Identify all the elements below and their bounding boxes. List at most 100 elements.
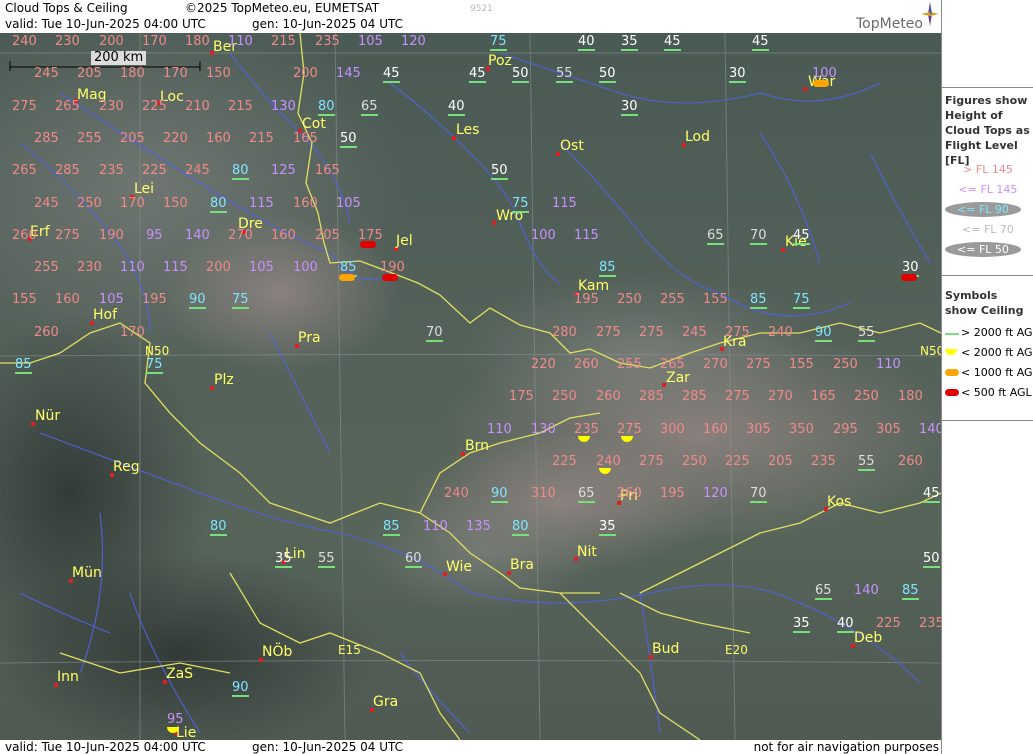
legend-figures-title: Figures show Height of Cloud Tops as Fli… bbox=[945, 94, 1030, 167]
city-marker bbox=[803, 87, 807, 91]
ceiling-bar-marker bbox=[360, 241, 376, 248]
legend-symbols-title: Symbols show Ceiling bbox=[945, 289, 1024, 317]
cloud-top-value: 205 bbox=[120, 131, 145, 146]
cloud-top-value: 120 bbox=[703, 486, 728, 501]
city-label: Kos bbox=[827, 494, 852, 510]
cloud-top-value: 260 bbox=[617, 486, 642, 501]
cloud-top-value: 80 bbox=[232, 163, 249, 180]
cloud-top-value: 350 bbox=[789, 422, 814, 437]
cloud-top-value: 50 bbox=[512, 66, 529, 83]
cloud-top-value: 155 bbox=[789, 357, 814, 372]
cloud-top-value: 75 bbox=[793, 292, 810, 309]
legend-symbol-label: < 1000 ft AGL bbox=[961, 366, 1033, 379]
cloud-top-value: 230 bbox=[99, 99, 124, 114]
cloud-top-value: 65 bbox=[578, 486, 595, 503]
generated-time: gen: 10-Jun-2025 04 UTC bbox=[252, 17, 404, 31]
cloud-top-value: 225 bbox=[552, 454, 577, 469]
city-label: Nür bbox=[35, 408, 61, 424]
cloud-top-value: 260 bbox=[596, 389, 621, 404]
cloud-top-value: 165 bbox=[293, 131, 318, 146]
cloud-top-value: 205 bbox=[768, 454, 793, 469]
cloud-top-value: 50 bbox=[923, 551, 940, 568]
cloud-top-value: 95 bbox=[146, 228, 163, 243]
city-label: Zar bbox=[666, 370, 690, 386]
cloud-top-value: 255 bbox=[617, 357, 642, 372]
city-label: Lod bbox=[685, 129, 711, 145]
cloud-top-value: 260 bbox=[898, 454, 923, 469]
cloud-top-value: 235 bbox=[919, 616, 941, 631]
cloud-top-value: 205 bbox=[77, 66, 102, 81]
cloud-top-value: 215 bbox=[271, 34, 296, 49]
cloud-top-value: 160 bbox=[271, 228, 296, 243]
city-label: Deb bbox=[854, 630, 883, 646]
cloud-top-value: 220 bbox=[531, 357, 556, 372]
city-label: Bra bbox=[510, 557, 534, 573]
cloud-top-value: 75 bbox=[512, 196, 529, 213]
cloud-top-value: 220 bbox=[163, 131, 188, 146]
cloud-top-value: 275 bbox=[746, 357, 771, 372]
cloud-top-value: 115 bbox=[163, 260, 188, 275]
cloud-top-value: 110 bbox=[423, 519, 448, 534]
cloud-top-value: 35 bbox=[793, 616, 810, 633]
cloud-top-value: 135 bbox=[466, 519, 491, 534]
cloud-top-value: 65 bbox=[361, 99, 378, 116]
cloud-top-value: 90 bbox=[189, 292, 206, 309]
cloud-top-value: 30 bbox=[621, 99, 638, 116]
cloud-top-value: 160 bbox=[55, 292, 80, 307]
cloud-top-value: 230 bbox=[55, 34, 80, 49]
map-header: Cloud Tops & Ceiling ©2025 TopMeteo.eu, … bbox=[0, 0, 941, 33]
cloud-top-value: 55 bbox=[318, 551, 335, 568]
dark-area bbox=[0, 553, 380, 740]
cloud-top-value: 75 bbox=[232, 292, 249, 309]
cloud-top-value: 260 bbox=[12, 228, 37, 243]
cloud-top-value: 45 bbox=[664, 34, 681, 51]
cloud-top-value: 50 bbox=[599, 66, 616, 83]
cloud-top-value: 250 bbox=[833, 357, 858, 372]
city-label: Poz bbox=[488, 53, 512, 69]
cloud-top-value: 110 bbox=[876, 357, 901, 372]
scale-label: 200 km bbox=[91, 51, 147, 65]
cloud-top-value: 250 bbox=[617, 292, 642, 307]
city-label: Lei bbox=[134, 181, 155, 197]
cloud-top-value: 285 bbox=[55, 163, 80, 178]
cloud-top-value: 180 bbox=[898, 389, 923, 404]
city-label: Mün bbox=[72, 565, 102, 581]
cloud-top-value: 180 bbox=[185, 34, 210, 49]
cloud-top-value: 105 bbox=[249, 260, 274, 275]
cloud-top-value: 115 bbox=[574, 228, 599, 243]
city-label: Cot bbox=[302, 116, 326, 132]
footer-generated: gen: 10-Jun-2025 04 UTC bbox=[252, 740, 404, 754]
map-title: Cloud Tops & Ceiling bbox=[5, 1, 128, 15]
cloud-top-value: 270 bbox=[703, 357, 728, 372]
cloud-top-value: 80 bbox=[318, 99, 335, 116]
cloud-top-value: 250 bbox=[854, 389, 879, 404]
cloud-top-value: 285 bbox=[682, 389, 707, 404]
satellite-map[interactable]: 200 km N50N50E15E20 BerPozWarMagLocCotLe… bbox=[0, 33, 941, 740]
cloud-top-value: 130 bbox=[271, 99, 296, 114]
cloud-top-value: 125 bbox=[271, 163, 296, 178]
cloud-top-value: 55 bbox=[858, 454, 875, 471]
compass-icon bbox=[921, 2, 939, 26]
cloud-top-value: 45 bbox=[469, 66, 486, 83]
cloud-top-value: 100 bbox=[293, 260, 318, 275]
legend-symbol-icon bbox=[945, 349, 957, 355]
cloud-top-value: 70 bbox=[426, 325, 443, 342]
cloud-top-value: 55 bbox=[858, 325, 875, 342]
cloud-top-value: 165 bbox=[811, 389, 836, 404]
cloud-top-value: 255 bbox=[34, 260, 59, 275]
cloud-top-value: 265 bbox=[55, 99, 80, 114]
legend-symbol-label: < 500 ft AGL bbox=[961, 386, 1032, 399]
cloud-top-value: 280 bbox=[552, 325, 577, 340]
cloud-top-value: 205 bbox=[315, 228, 340, 243]
cloud-top-value: 195 bbox=[660, 486, 685, 501]
cloud-top-value: 235 bbox=[315, 34, 340, 49]
cloud-top-value: 110 bbox=[228, 34, 253, 49]
cloud-top-value: 165 bbox=[315, 163, 340, 178]
cloud-top-value: 300 bbox=[660, 422, 685, 437]
cloud-top-value: 35 bbox=[275, 551, 292, 568]
legend-level-item: <= FL 70 bbox=[962, 223, 1014, 236]
cloud-top-value: 110 bbox=[487, 422, 512, 437]
cloud-top-value: 170 bbox=[120, 196, 145, 211]
cloud-top-value: 75 bbox=[146, 357, 163, 374]
city-label: Plz bbox=[214, 372, 234, 388]
